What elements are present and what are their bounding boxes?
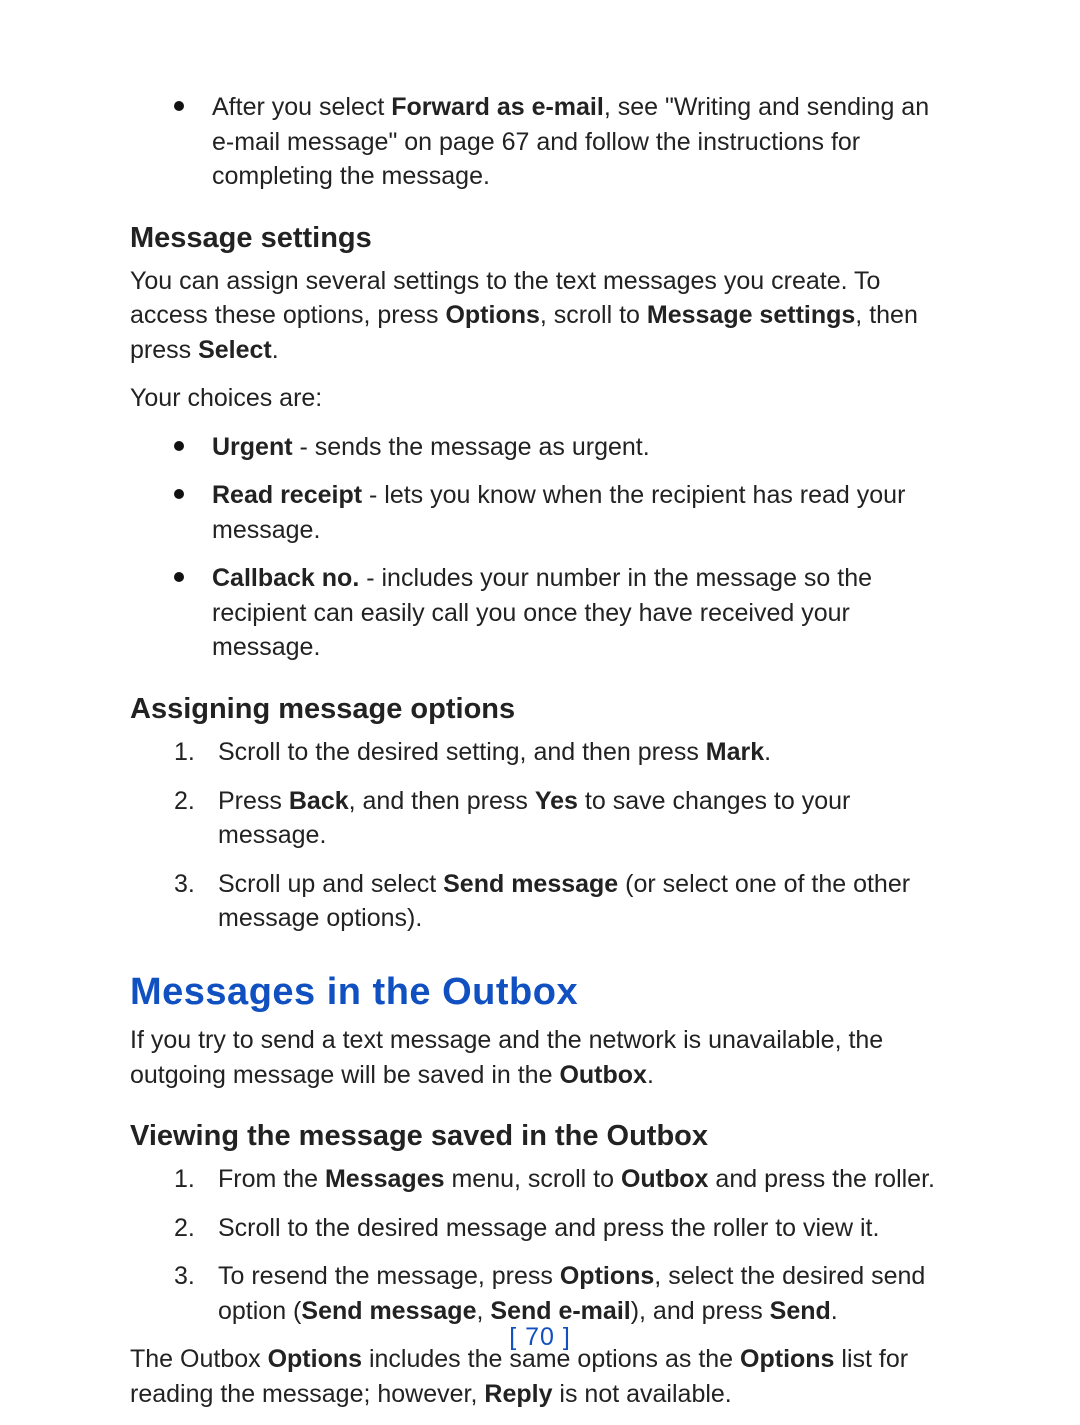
- outbox-step-2: 2. Scroll to the desired message and pre…: [130, 1211, 950, 1246]
- intro-bullet: After you select Forward as e-mail, see …: [130, 90, 950, 194]
- list-item: From the Messages menu, scroll to Outbox…: [218, 1162, 935, 1197]
- heading-outbox: Messages in the Outbox: [130, 970, 950, 1016]
- bullet-icon: [174, 441, 184, 451]
- bold-text: Messages: [325, 1165, 445, 1193]
- text: Press: [218, 787, 289, 815]
- list-number: 3.: [174, 1259, 202, 1294]
- bold-text: Yes: [535, 787, 578, 815]
- bold-text: Options: [560, 1262, 654, 1290]
- text: - sends the message as urgent.: [293, 433, 650, 461]
- bold-text: Message settings: [647, 301, 855, 329]
- list-item: Read receipt - lets you know when the re…: [212, 478, 950, 547]
- text: Scroll to the desired setting, and then …: [218, 738, 706, 766]
- bullet-icon: [174, 489, 184, 499]
- text: .: [272, 336, 279, 364]
- bold-text: Read receipt: [212, 481, 362, 509]
- bold-text: Callback no.: [212, 564, 359, 592]
- text: , and then press: [349, 787, 535, 815]
- page-number: [ 70 ]: [0, 1323, 1080, 1352]
- outbox-outro: The Outbox Options includes the same opt…: [130, 1342, 950, 1411]
- choices-label: Your choices are:: [130, 381, 950, 416]
- bold-text: Send message: [301, 1297, 476, 1325]
- choice-urgent: Urgent - sends the message as urgent.: [130, 430, 950, 465]
- bold-text: Back: [289, 787, 349, 815]
- outbox-intro: If you try to send a text message and th…: [130, 1023, 950, 1092]
- text: ,: [476, 1297, 490, 1325]
- text: If you try to send a text message and th…: [130, 1026, 883, 1089]
- outbox-step-3: 3. To resend the message, press Options,…: [130, 1259, 950, 1328]
- list-number: 2.: [174, 1211, 202, 1246]
- list-item: Scroll to the desired setting, and then …: [218, 735, 771, 770]
- assign-step-3: 3. Scroll up and select Send message (or…: [130, 867, 950, 936]
- bold-text: Send e-mail: [490, 1297, 630, 1325]
- text: ), and press: [631, 1297, 770, 1325]
- heading-message-settings: Message settings: [130, 220, 950, 256]
- bold-text: Reply: [484, 1380, 552, 1408]
- text: After you select: [212, 93, 391, 121]
- text: and press the roller.: [708, 1165, 935, 1193]
- bullet-icon: [174, 572, 184, 582]
- list-item: Scroll to the desired message and press …: [218, 1211, 879, 1246]
- bullet-icon: [174, 101, 184, 111]
- heading-assigning-options: Assigning message options: [130, 691, 950, 727]
- text: From the: [218, 1165, 325, 1193]
- bold-text: Forward as e-mail: [391, 93, 604, 121]
- bold-text: Select: [198, 336, 272, 364]
- msg-settings-intro: You can assign several settings to the t…: [130, 264, 950, 368]
- text: Scroll up and select: [218, 870, 443, 898]
- text: To resend the message, press: [218, 1262, 560, 1290]
- bold-text: Send: [770, 1297, 831, 1325]
- bold-text: Mark: [706, 738, 764, 766]
- bold-text: Send message: [443, 870, 618, 898]
- assign-step-1: 1. Scroll to the desired setting, and th…: [130, 735, 950, 770]
- list-number: 3.: [174, 867, 202, 902]
- text: menu, scroll to: [445, 1165, 621, 1193]
- choice-callback-no: Callback no. - includes your number in t…: [130, 561, 950, 665]
- heading-viewing-outbox: Viewing the message saved in the Outbox: [130, 1118, 950, 1154]
- list-item: Press Back, and then press Yes to save c…: [218, 784, 950, 853]
- bold-text: Outbox: [621, 1165, 709, 1193]
- page-content: After you select Forward as e-mail, see …: [130, 90, 950, 1425]
- list-item: Callback no. - includes your number in t…: [212, 561, 950, 665]
- list-item: Urgent - sends the message as urgent.: [212, 430, 650, 465]
- list-item: Scroll up and select Send message (or se…: [218, 867, 950, 936]
- text: , scroll to: [540, 301, 647, 329]
- text: is not available.: [552, 1380, 731, 1408]
- text: .: [831, 1297, 838, 1325]
- list-item: To resend the message, press Options, se…: [218, 1259, 950, 1328]
- bold-text: Options: [445, 301, 539, 329]
- assign-step-2: 2. Press Back, and then press Yes to sav…: [130, 784, 950, 853]
- intro-bullet-text: After you select Forward as e-mail, see …: [212, 90, 950, 194]
- text: .: [647, 1061, 654, 1089]
- outbox-step-1: 1. From the Messages menu, scroll to Out…: [130, 1162, 950, 1197]
- list-number: 1.: [174, 735, 202, 770]
- list-number: 1.: [174, 1162, 202, 1197]
- choice-read-receipt: Read receipt - lets you know when the re…: [130, 478, 950, 547]
- bold-text: Outbox: [559, 1061, 647, 1089]
- list-number: 2.: [174, 784, 202, 819]
- bold-text: Urgent: [212, 433, 293, 461]
- text: .: [764, 738, 771, 766]
